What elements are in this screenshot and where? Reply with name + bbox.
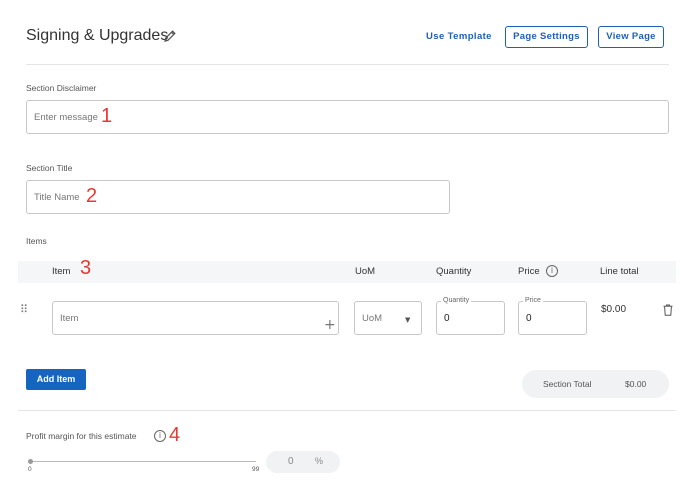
view-page-button[interactable]: View Page bbox=[598, 26, 664, 48]
annotation-marker-2: 2 bbox=[86, 185, 98, 207]
section-disclaimer-label: Section Disclaimer bbox=[26, 83, 97, 93]
slider-min-label: 0 bbox=[28, 466, 32, 473]
column-uom: UoM bbox=[355, 266, 376, 277]
trash-icon[interactable] bbox=[663, 304, 673, 316]
use-template-button[interactable]: Use Template bbox=[420, 26, 498, 48]
annotation-marker-3: 3 bbox=[80, 257, 92, 279]
section-title-label: Section Title bbox=[26, 163, 73, 173]
column-quantity: Quantity bbox=[436, 266, 472, 277]
line-total-value: $0.00 bbox=[601, 304, 627, 315]
annotation-marker-4: 4 bbox=[169, 424, 181, 446]
section-disclaimer-placeholder: Enter message bbox=[34, 112, 98, 123]
price-input[interactable]: 0 bbox=[518, 301, 587, 335]
section-total-label: Section Total bbox=[543, 379, 592, 389]
section-divider bbox=[18, 410, 676, 411]
price-floating-label: Price bbox=[523, 297, 543, 304]
chevron-down-icon: ▼ bbox=[405, 316, 411, 324]
price-value: 0 bbox=[526, 313, 532, 324]
items-label: Items bbox=[26, 236, 47, 246]
header-divider bbox=[26, 64, 669, 65]
profit-margin-percent-input[interactable]: 0 % bbox=[266, 451, 340, 473]
section-total-box: Section Total $0.00 bbox=[522, 370, 669, 398]
uom-select[interactable]: UoM bbox=[354, 301, 422, 335]
percent-unit: % bbox=[315, 456, 324, 466]
section-title-input[interactable]: Title Name 2 bbox=[26, 180, 450, 214]
annotation-marker-1: 1 bbox=[101, 105, 113, 127]
uom-value: UoM bbox=[362, 313, 383, 324]
section-title-placeholder: Title Name bbox=[34, 192, 80, 203]
quantity-value: 0 bbox=[444, 313, 450, 324]
item-name-input[interactable]: Item bbox=[52, 301, 339, 335]
percent-value: 0 bbox=[288, 456, 294, 467]
column-price: Price bbox=[518, 266, 540, 277]
column-item: Item bbox=[52, 266, 71, 277]
page-title: Signing & Upgrades bbox=[26, 27, 169, 44]
profit-info-icon[interactable]: i bbox=[154, 430, 166, 442]
profit-margin-slider-thumb[interactable] bbox=[28, 459, 33, 464]
items-table-header bbox=[18, 261, 676, 283]
section-disclaimer-input[interactable]: Enter message 1 bbox=[26, 100, 669, 134]
add-item-button[interactable]: Add Item bbox=[26, 369, 86, 390]
pencil-icon[interactable] bbox=[163, 29, 177, 43]
quantity-input[interactable]: 0 bbox=[436, 301, 505, 335]
item-placeholder: Item bbox=[60, 313, 79, 324]
quantity-floating-label: Quantity bbox=[441, 297, 472, 304]
add-item-plus-icon[interactable]: + bbox=[324, 318, 336, 332]
page-settings-button[interactable]: Page Settings bbox=[505, 26, 588, 48]
drag-handle-icon[interactable]: ⠿ bbox=[20, 304, 28, 315]
profit-margin-label: Profit margin for this estimate bbox=[26, 431, 137, 441]
profit-margin-slider-track[interactable] bbox=[30, 461, 256, 462]
slider-max-label: 99 bbox=[252, 466, 260, 473]
column-line-total: Line total bbox=[600, 266, 639, 277]
section-total-value: $0.00 bbox=[625, 379, 647, 389]
price-info-icon[interactable]: i bbox=[546, 265, 558, 277]
